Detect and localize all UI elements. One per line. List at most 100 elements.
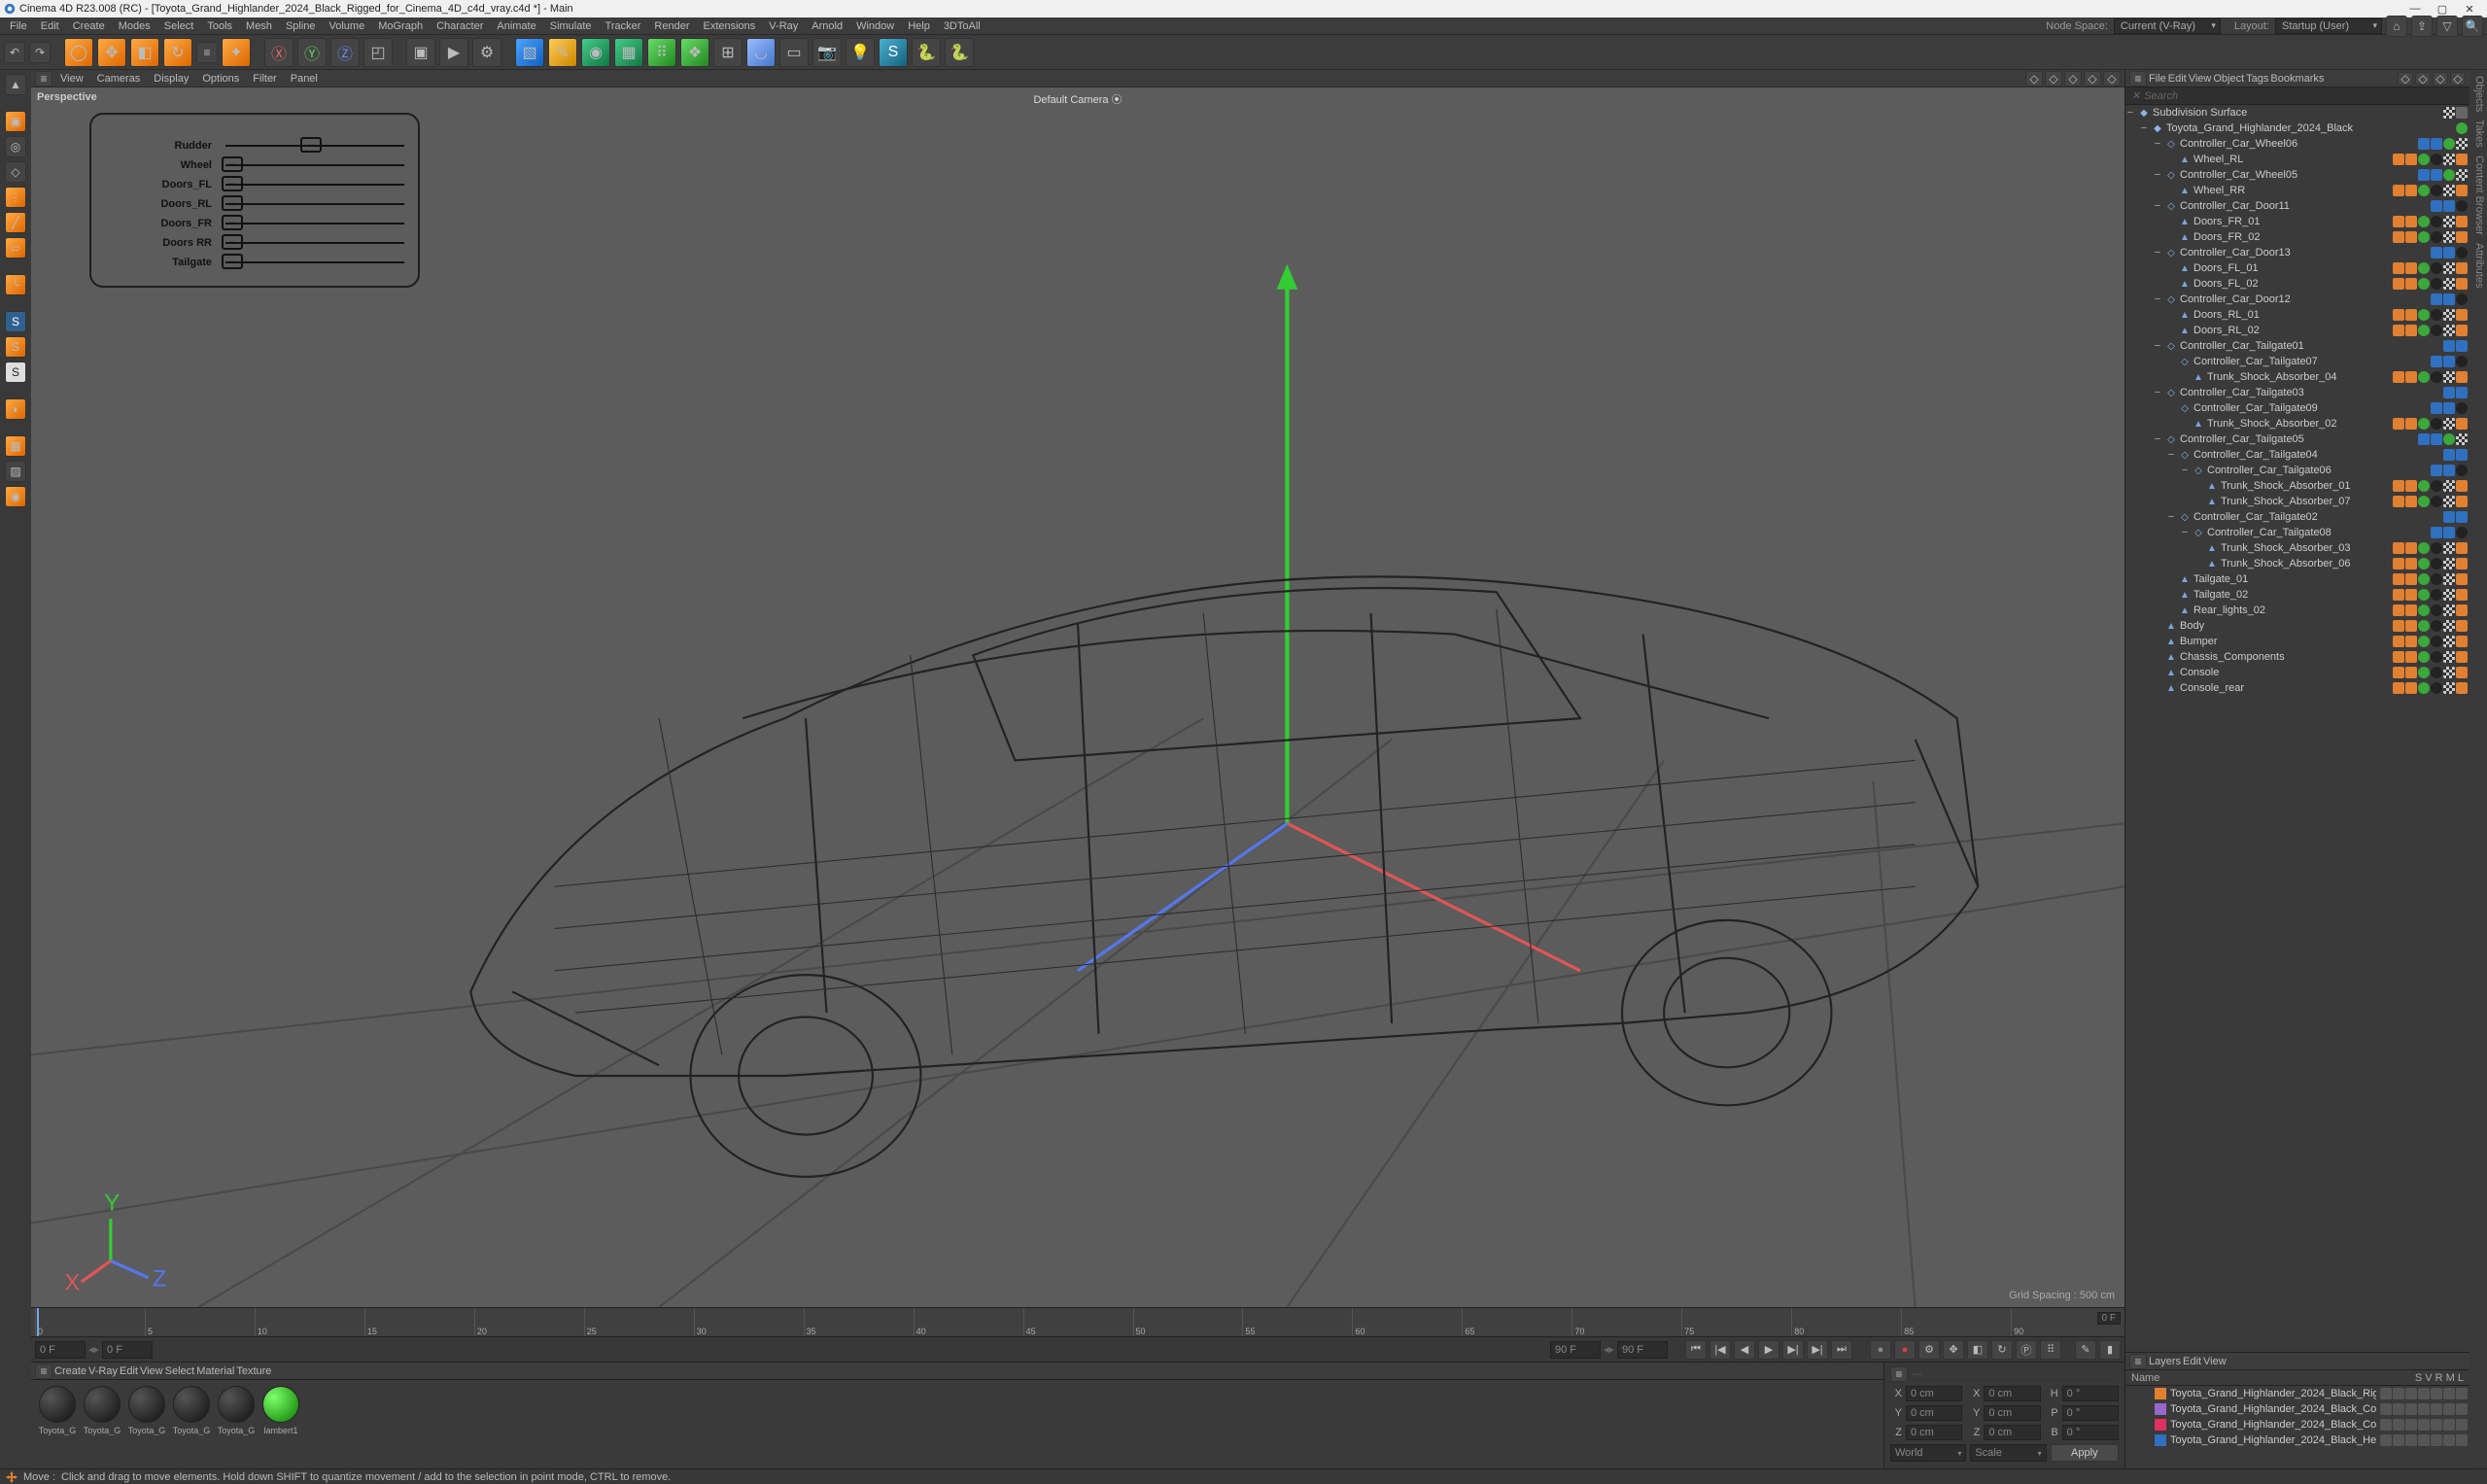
tag-icon[interactable] — [2393, 262, 2404, 274]
tree-row[interactable]: ▲Bumper — [2125, 634, 2470, 649]
tag-icon[interactable] — [2443, 604, 2455, 616]
vray-button[interactable]: S — [879, 38, 908, 67]
tag-icon[interactable] — [2456, 418, 2468, 430]
tag-icon[interactable] — [2405, 278, 2417, 290]
window-close[interactable]: ✕ — [2456, 1, 2483, 17]
layer-name[interactable]: Toyota_Grand_Highlander_2024_Black_Helpe… — [2170, 1434, 2376, 1446]
object-name[interactable]: Console — [2180, 667, 2393, 678]
add-floor[interactable]: ▭ — [779, 38, 809, 67]
tag-icon[interactable] — [2405, 651, 2417, 663]
layer-flag-icon[interactable] — [2443, 1388, 2455, 1399]
key-param[interactable]: Ⓟ — [2016, 1340, 2037, 1360]
nav-rotate-icon[interactable]: ◇ — [2064, 71, 2082, 86]
layer-flag-icon[interactable] — [2443, 1419, 2455, 1431]
tag-icon[interactable] — [2405, 573, 2417, 585]
tag-icon[interactable] — [2443, 293, 2455, 305]
pos-x[interactable]: 0 cm — [1906, 1386, 1962, 1401]
tag-icon[interactable] — [2456, 138, 2468, 150]
tag-icon[interactable] — [2456, 651, 2468, 663]
tag-icon[interactable] — [2456, 309, 2468, 321]
tag-icon[interactable] — [2456, 262, 2468, 274]
om-search-icon[interactable]: ◇ — [2450, 72, 2466, 86]
tag-icon[interactable] — [2405, 558, 2417, 569]
layer-color-icon[interactable] — [2155, 1403, 2166, 1415]
layer-name[interactable]: Toyota_Grand_Highlander_2024_Black_Contr… — [2170, 1419, 2376, 1431]
tag-icon[interactable] — [2405, 636, 2417, 647]
tag-icon[interactable] — [2456, 558, 2468, 569]
tree-toggle[interactable]: − — [2139, 122, 2149, 134]
tag-icon[interactable] — [2431, 169, 2442, 181]
object-search[interactable]: ✕Search — [2125, 87, 2470, 105]
tag-icon[interactable] — [2443, 216, 2455, 227]
material-hamburger-icon[interactable]: ≡ — [35, 1363, 52, 1379]
object-name[interactable]: Controller_Car_Door11 — [2180, 200, 2431, 212]
timeline[interactable]: 0510152025303540455055606570758085900 F — [31, 1307, 2124, 1336]
tag-icon[interactable] — [2443, 231, 2455, 243]
tag-icon[interactable] — [2405, 231, 2417, 243]
rig-slider[interactable]: ↔ — [225, 164, 404, 166]
tag-icon[interactable] — [2393, 651, 2404, 663]
tree-row[interactable]: −◇Controller_Car_Tailgate08 — [2125, 525, 2470, 540]
tag-icon[interactable] — [2393, 325, 2404, 336]
current-frame[interactable]: 0 F — [102, 1341, 153, 1359]
tree-row[interactable]: ▲Console_rear — [2125, 680, 2470, 696]
layermenu-layers[interactable]: Layers — [2149, 1356, 2181, 1367]
material-item[interactable]: Toyota_G — [37, 1386, 78, 1463]
layer-flag-icon[interactable] — [2431, 1434, 2442, 1446]
add-generator[interactable]: ◉ — [581, 38, 610, 67]
start-frame[interactable]: 0 F — [35, 1341, 86, 1359]
tag-icon[interactable] — [2456, 231, 2468, 243]
tag-icon[interactable] — [2456, 667, 2468, 678]
tag-icon[interactable] — [2418, 667, 2430, 678]
tag-icon[interactable] — [2431, 231, 2442, 243]
snap-3d[interactable]: S — [5, 336, 26, 358]
render-view[interactable]: ▣ — [406, 38, 435, 67]
tag-icon[interactable] — [2405, 589, 2417, 601]
object-name[interactable]: Rear_lights_02 — [2193, 604, 2393, 616]
home-icon[interactable]: ⌂ — [2386, 16, 2407, 37]
tree-row[interactable]: ▲Doors_RL_02 — [2125, 323, 2470, 338]
tag-icon[interactable] — [2431, 667, 2442, 678]
menu-mesh[interactable]: Mesh — [240, 18, 278, 34]
size-z[interactable]: 0 cm — [1984, 1425, 2040, 1440]
menu-v-ray[interactable]: V-Ray — [763, 18, 804, 34]
nav-fit-icon[interactable]: ◇ — [2084, 71, 2101, 86]
menu-arnold[interactable]: Arnold — [806, 18, 848, 34]
material-item[interactable]: Toyota_G — [126, 1386, 167, 1463]
tag-icon[interactable] — [2405, 418, 2417, 430]
tree-row[interactable]: ▲Console — [2125, 665, 2470, 680]
tree-row[interactable]: ▲Doors_FL_02 — [2125, 276, 2470, 292]
tag-icon[interactable] — [2456, 122, 2468, 134]
tree-toggle[interactable]: − — [2166, 511, 2176, 523]
tag-icon[interactable] — [2443, 325, 2455, 336]
matmenu-create[interactable]: Create — [54, 1365, 86, 1377]
tag-icon[interactable] — [2443, 154, 2455, 165]
ommenu-bookmarks[interactable]: Bookmarks — [2270, 73, 2324, 85]
window-maximize[interactable]: ▢ — [2429, 1, 2456, 17]
object-name[interactable]: Doors_FL_01 — [2193, 262, 2393, 274]
rot-p[interactable]: 0 ° — [2062, 1405, 2119, 1421]
tag-icon[interactable] — [2456, 169, 2468, 181]
tree-row[interactable]: ▲Wheel_RL — [2125, 152, 2470, 167]
tree-toggle[interactable]: − — [2153, 200, 2162, 212]
object-name[interactable]: Tailgate_01 — [2193, 573, 2393, 585]
object-name[interactable]: Tailgate_02 — [2193, 589, 2393, 601]
layer-flag-icon[interactable] — [2393, 1419, 2404, 1431]
tag-icon[interactable] — [2456, 154, 2468, 165]
nav-layout-icon[interactable]: ◇ — [2103, 71, 2121, 86]
menu-spline[interactable]: Spline — [280, 18, 322, 34]
ommenu-object[interactable]: Object — [2213, 73, 2244, 85]
tag-icon[interactable] — [2443, 542, 2455, 554]
tree-row[interactable]: ▲Tailgate_02 — [2125, 587, 2470, 603]
tag-icon[interactable] — [2431, 216, 2442, 227]
object-name[interactable]: Controller_Car_Tailgate03 — [2180, 387, 2443, 398]
add-subdiv[interactable]: ▦ — [614, 38, 643, 67]
tag-icon[interactable] — [2456, 402, 2468, 414]
tree-toggle[interactable]: − — [2153, 340, 2162, 352]
tag-icon[interactable] — [2405, 667, 2417, 678]
key-scale[interactable]: ◧ — [1967, 1340, 1988, 1360]
tag-icon[interactable] — [2443, 667, 2455, 678]
layer-flag-icon[interactable] — [2393, 1434, 2404, 1446]
node-space-select[interactable]: Current (V-Ray) — [2114, 18, 2221, 34]
tag-icon[interactable] — [2405, 154, 2417, 165]
